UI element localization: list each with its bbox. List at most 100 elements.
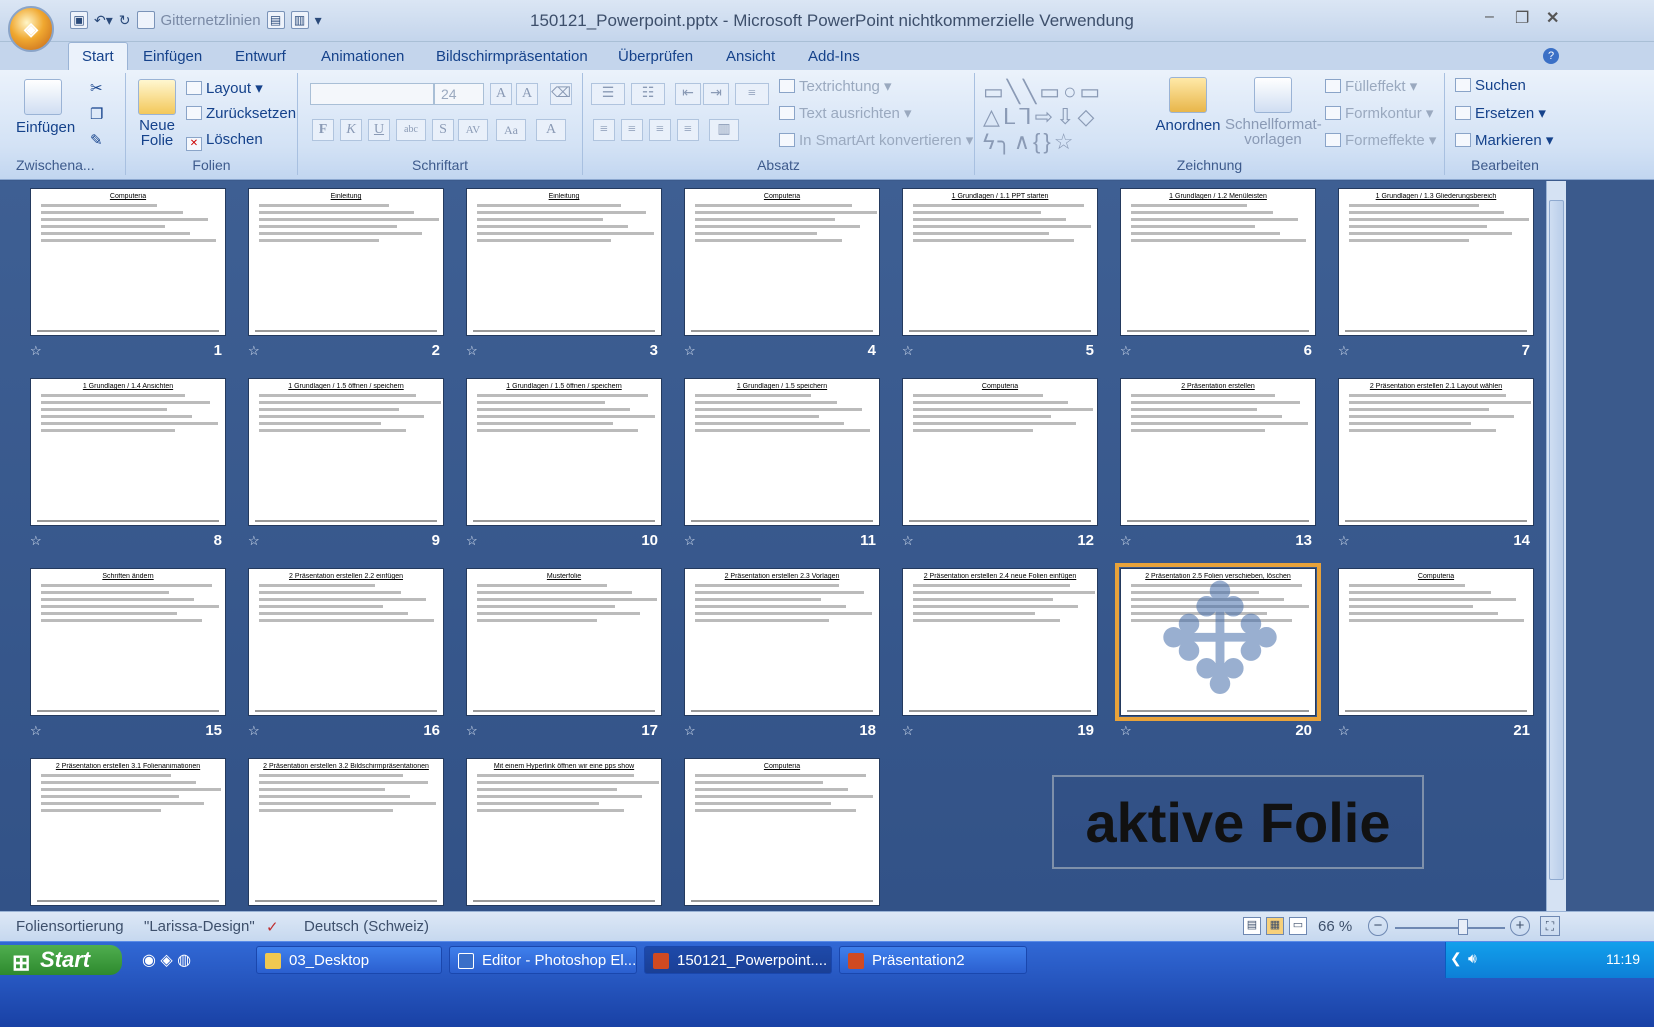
slide-thumbnail[interactable]: Computeria [684, 188, 880, 336]
clear-format-icon[interactable]: ⌫ [550, 83, 572, 105]
taskbar-item-presentation2[interactable]: Präsentation2 [839, 946, 1027, 974]
zoom-slider[interactable] [1395, 927, 1505, 929]
slide-thumbnail[interactable]: 1 Grundlagen / 1.3 Gliederungsbereich [1338, 188, 1534, 336]
restore-icon[interactable]: ❐ [1515, 8, 1529, 28]
cut-icon[interactable]: ✂ [90, 79, 103, 97]
animation-star-icon[interactable]: ☆ [466, 343, 478, 359]
tab-einfuegen[interactable]: Einfügen [133, 46, 212, 67]
spellcheck-icon[interactable]: ✓ [266, 918, 279, 936]
start-button[interactable]: ⊞ Start [0, 945, 122, 975]
underline-icon[interactable]: U [368, 119, 390, 141]
help-icon[interactable]: ? [1543, 48, 1559, 64]
close-icon[interactable]: ✕ [1546, 8, 1559, 28]
animation-star-icon[interactable]: ☆ [30, 723, 42, 739]
delete-button[interactable]: ✕ Löschen [186, 131, 263, 151]
animation-star-icon[interactable]: ☆ [1338, 343, 1350, 359]
columns-icon[interactable]: ▥ [709, 119, 739, 141]
shape-effects-button[interactable]: Formeffekte ▾ [1325, 131, 1436, 149]
justify-icon[interactable]: ≡ [677, 119, 699, 141]
slide-thumbnail[interactable]: Musterfolie [466, 568, 662, 716]
animation-star-icon[interactable]: ☆ [248, 533, 260, 549]
grow-font-icon[interactable]: A [490, 83, 512, 105]
animation-star-icon[interactable]: ☆ [1338, 723, 1350, 739]
zoom-level[interactable]: 66 % [1318, 918, 1352, 935]
slide-thumbnail[interactable]: Computeria [902, 378, 1098, 526]
quick-launch-icons[interactable]: ◉ ◈ ◍ [142, 950, 191, 970]
slide-thumbnail[interactable]: Computeria [30, 188, 226, 336]
animation-star-icon[interactable]: ☆ [466, 533, 478, 549]
animation-star-icon[interactable]: ☆ [684, 533, 696, 549]
font-size-field[interactable]: 24 [434, 83, 484, 105]
redo-icon[interactable]: ↻ [119, 12, 131, 29]
slide-thumbnail[interactable]: Computeria [684, 758, 880, 906]
tab-start[interactable]: Start [68, 42, 128, 70]
animation-star-icon[interactable]: ☆ [248, 723, 260, 739]
slideshow-view-icon[interactable]: ▭ [1289, 917, 1307, 935]
align-text-button[interactable]: Text ausrichten ▾ [779, 104, 912, 122]
zoom-out-icon[interactable]: − [1368, 916, 1388, 936]
slide-thumbnail[interactable]: 1 Grundlagen / 1.5 öffnen / speichern [248, 378, 444, 526]
tab-animationen[interactable]: Animationen [311, 46, 414, 67]
language[interactable]: Deutsch (Schweiz) [304, 918, 429, 935]
replace-button[interactable]: Ersetzen ▾ [1455, 104, 1546, 122]
shape-outline-button[interactable]: Formkontur ▾ [1325, 104, 1433, 122]
align-right-icon[interactable]: ≡ [649, 119, 671, 141]
tray-expand-icon[interactable]: ❮ [1450, 950, 1462, 967]
slide-sorter-view-icon[interactable]: ▦ [1266, 917, 1284, 935]
animation-star-icon[interactable]: ☆ [30, 343, 42, 359]
copy-icon[interactable]: ❐ [90, 105, 103, 123]
slide-thumbnail[interactable]: 2 Präsentation erstellen 2.4 neue Folien… [902, 568, 1098, 716]
change-case-icon[interactable]: Aa [496, 119, 526, 141]
undo-icon[interactable]: ↶▾ [94, 12, 113, 29]
taskbar-item-photoshop[interactable]: Editor - Photoshop El... [449, 946, 637, 974]
strikethrough-icon[interactable]: abc [396, 119, 426, 141]
paste-button[interactable]: Einfügen [16, 79, 75, 136]
layout-button[interactable]: Layout ▾ [186, 79, 263, 97]
slide-thumbnail[interactable]: 2 Präsentation erstellen 2.3 Vorlagen [684, 568, 880, 716]
bold-icon[interactable]: F [312, 119, 334, 141]
shapes-gallery[interactable]: ▭╲╲▭○▭ △ᒪᒣ⇨⇩◇ ϟ╮∧{}☆ [983, 79, 1149, 154]
slide-thumbnail[interactable]: 2 Präsentation erstellen [1120, 378, 1316, 526]
scrollbar-thumb[interactable] [1549, 200, 1564, 880]
gridlines-checkbox[interactable] [136, 11, 155, 29]
minimize-icon[interactable]: – [1485, 8, 1494, 26]
slide-thumbnail[interactable]: 1 Grundlagen / 1.5 öffnen / speichern [466, 378, 662, 526]
line-spacing-icon[interactable]: ≡ [735, 83, 769, 105]
animation-star-icon[interactable]: ☆ [466, 723, 478, 739]
font-color-icon[interactable]: A [536, 119, 566, 141]
quick-styles-button[interactable]: Schnellformat- vorlagen [1225, 77, 1322, 148]
tab-add-ins[interactable]: Add-Ins [798, 46, 870, 67]
find-button[interactable]: Suchen [1455, 77, 1526, 94]
slide-thumbnail[interactable]: 2 Präsentation erstellen 3.1 Folienanima… [30, 758, 226, 906]
tab-ansicht[interactable]: Ansicht [716, 46, 785, 67]
animation-star-icon[interactable]: ☆ [902, 343, 914, 359]
save-icon[interactable]: ▣ [70, 11, 88, 29]
customize-qat-icon[interactable]: ▾ [315, 12, 322, 29]
format-painter-icon[interactable]: ✎ [90, 131, 103, 149]
font-name-field[interactable] [310, 83, 434, 105]
slide-thumbnail[interactable]: Mit einem Hyperlink öffnen wir eine pps … [466, 758, 662, 906]
animation-star-icon[interactable]: ☆ [684, 343, 696, 359]
new-slide-button[interactable]: Neue Folie [130, 79, 184, 149]
layout-icon[interactable]: ▥ [290, 11, 309, 29]
tab-bildschirmpraesentation[interactable]: Bildschirmpräsentation [426, 46, 598, 67]
italic-icon[interactable]: K [340, 119, 362, 141]
tab-entwurf[interactable]: Entwurf [225, 46, 296, 67]
slide-thumbnail[interactable]: Einleitung [248, 188, 444, 336]
animation-star-icon[interactable]: ☆ [1120, 723, 1132, 739]
slide-thumbnail[interactable]: 1 Grundlagen / 1.2 Menüleisten [1120, 188, 1316, 336]
taskbar-item-desktop[interactable]: 03_Desktop [256, 946, 442, 974]
reset-button[interactable]: Zurücksetzen [186, 105, 296, 122]
slide-thumbnail[interactable]: 1 Grundlagen / 1.1 PPT starten [902, 188, 1098, 336]
arrange-button[interactable]: Anordnen [1153, 77, 1223, 134]
volume-icon[interactable]: 🔊︎ [1468, 950, 1477, 967]
zoom-slider-thumb[interactable] [1458, 919, 1468, 935]
slide-thumbnail[interactable]: Einleitung [466, 188, 662, 336]
decrease-indent-icon[interactable]: ⇤ [675, 83, 701, 105]
shrink-font-icon[interactable]: A [516, 83, 538, 105]
select-button[interactable]: Markieren ▾ [1455, 131, 1553, 149]
shape-fill-button[interactable]: Fülleffekt ▾ [1325, 77, 1417, 95]
animation-star-icon[interactable]: ☆ [1120, 343, 1132, 359]
slide-thumbnail[interactable]: 2 Präsentation erstellen 3.2 Bildschirmp… [248, 758, 444, 906]
view-icon[interactable]: ▤ [266, 11, 285, 29]
